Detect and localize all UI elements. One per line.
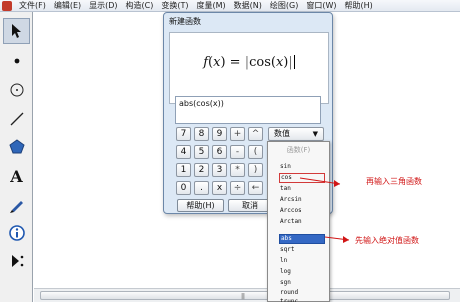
abs-annotation-arrowhead <box>343 236 349 243</box>
annotation-cos-note: 再输入三角函数 <box>366 177 422 186</box>
cos-annotation-arrowhead <box>334 180 340 187</box>
annotation-arrows <box>299 177 350 243</box>
annotation-abs-note: 先输入绝对值函数 <box>355 236 419 245</box>
